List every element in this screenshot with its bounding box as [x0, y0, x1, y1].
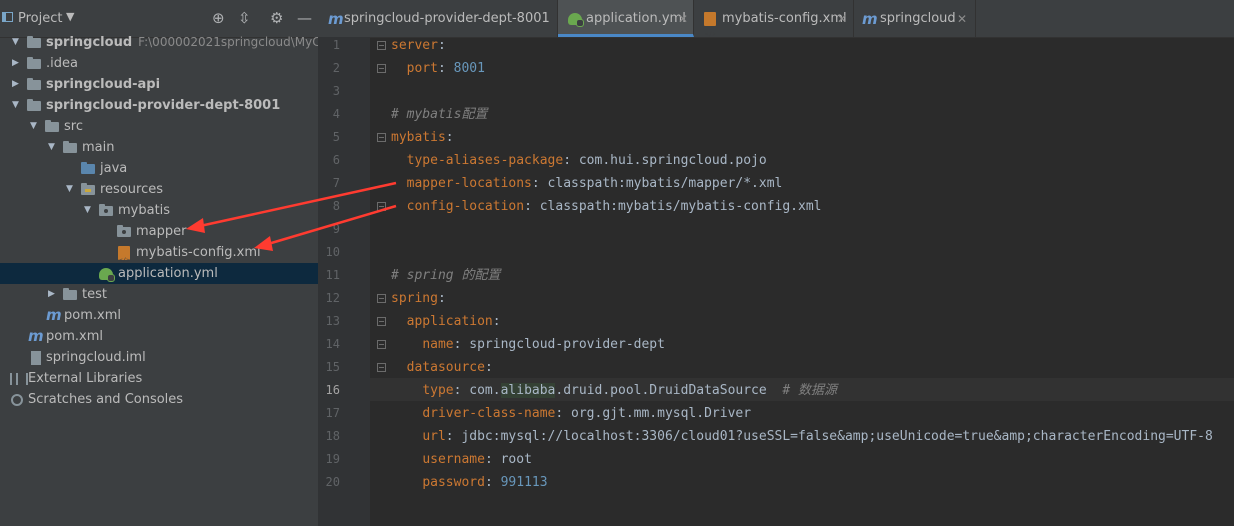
- annotation-arrowhead: [254, 236, 273, 251]
- annotation-arrowhead: [186, 218, 205, 233]
- annotation-arrows: [186, 181, 397, 251]
- annotation-arrow-mapper: [199, 181, 397, 228]
- annotation-arrow-config: [267, 204, 397, 246]
